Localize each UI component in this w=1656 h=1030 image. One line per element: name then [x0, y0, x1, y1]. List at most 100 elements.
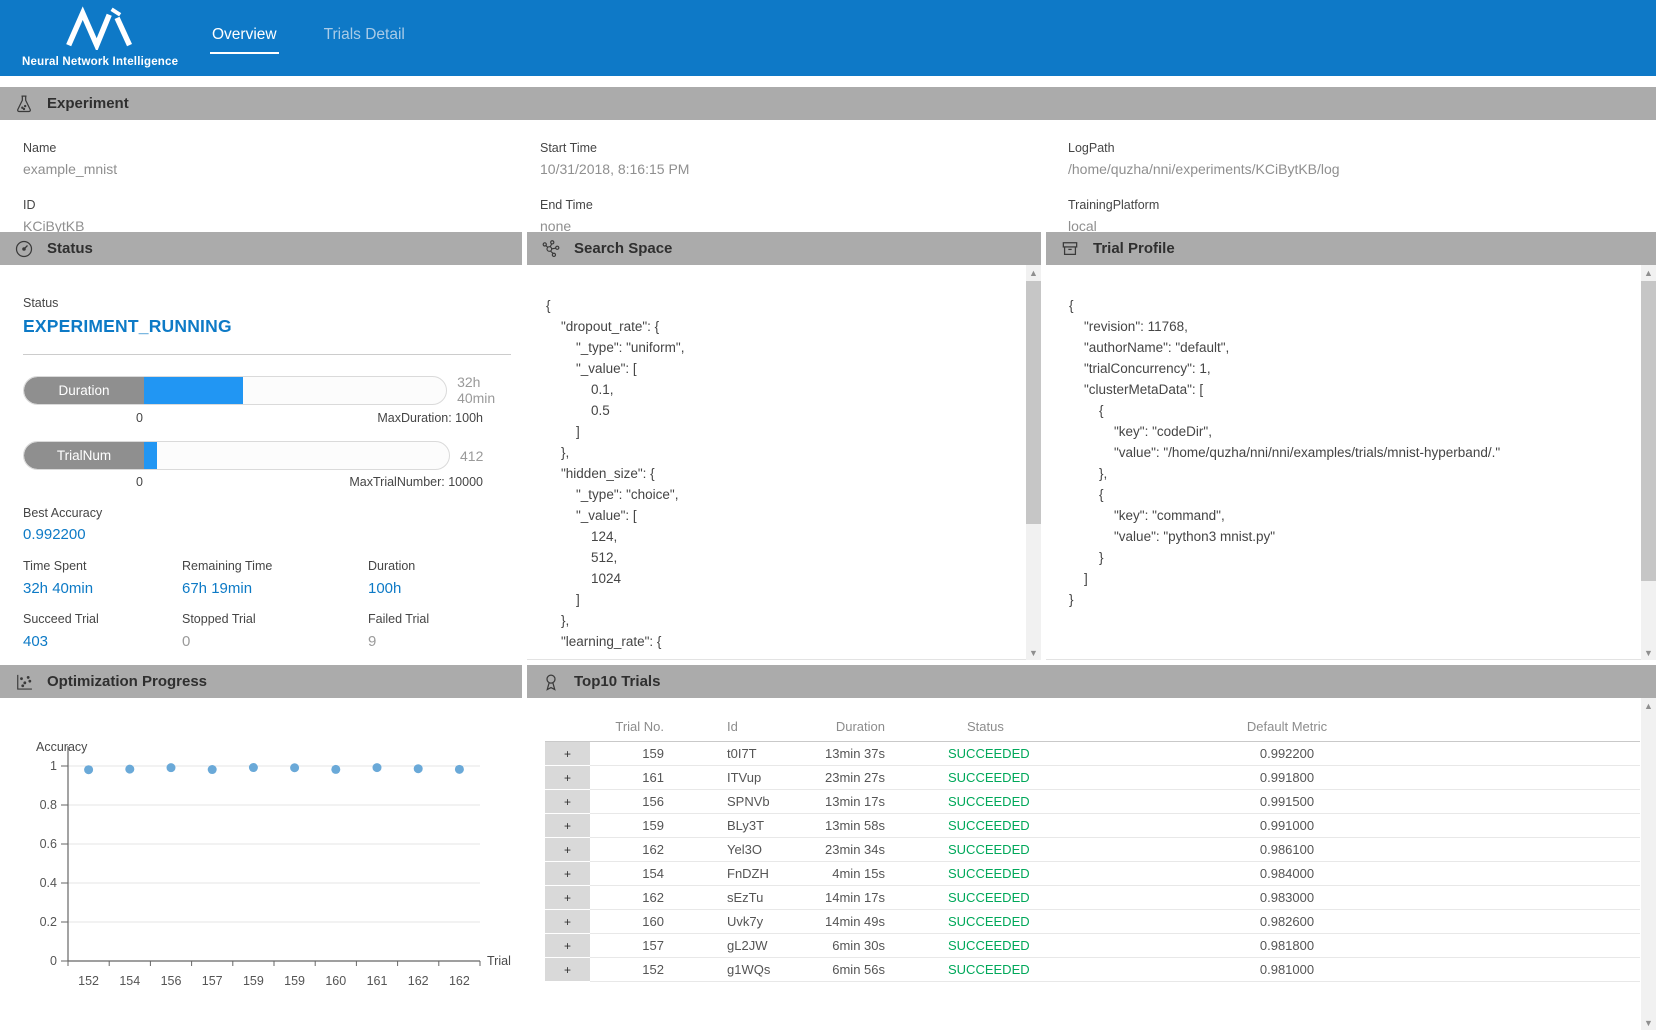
- column-header: Trial No.: [590, 712, 672, 741]
- column-header: Duration: [792, 712, 887, 741]
- svg-text:Accuracy: Accuracy: [36, 740, 88, 754]
- search-space-section-title: Search Space: [574, 240, 672, 257]
- tab-trials-detail[interactable]: Trials Detail: [324, 22, 405, 54]
- scroll-up-icon[interactable]: ▲: [1026, 265, 1041, 280]
- trial-id-cell: g1WQs: [672, 958, 792, 981]
- stat-value: 9: [368, 633, 522, 650]
- scroll-up-icon[interactable]: ▲: [1641, 265, 1656, 280]
- scroll-up-icon[interactable]: ▲: [1641, 698, 1656, 713]
- scroll-down-icon[interactable]: ▼: [1026, 645, 1041, 660]
- column-header: Default Metric: [1097, 712, 1477, 741]
- table-row: +159t0I7T13min 37sSUCCEEDED0.992200: [545, 742, 1640, 766]
- code-line: "authorName": "default",: [1069, 337, 1656, 358]
- search-space-code: { "dropout_rate": { "_type": "uniform", …: [527, 265, 1041, 652]
- stat-label: Succeed Trial: [23, 612, 182, 626]
- expand-row-button[interactable]: +: [545, 838, 590, 862]
- scatter-chart-icon: [14, 672, 34, 692]
- field-label: TrainingPlatform: [1068, 198, 1340, 212]
- duration-cell: 6min 56s: [792, 958, 887, 981]
- status-section-title: Status: [47, 240, 93, 257]
- duration-cell: 23min 27s: [792, 766, 887, 789]
- duration-cell: 14min 49s: [792, 910, 887, 933]
- status-cell: SUCCEEDED: [887, 886, 1097, 909]
- field-label: Start Time: [540, 141, 689, 155]
- duration-cell: 23min 34s: [792, 838, 887, 861]
- duration-cell: 14min 17s: [792, 886, 887, 909]
- optimization-chart: Accuracy10.80.60.40.20152154156157159159…: [0, 698, 522, 1030]
- default-metric-cell: 0.986100: [1097, 838, 1477, 861]
- scroll-down-icon[interactable]: ▼: [1641, 1015, 1656, 1030]
- stat-cell: Time Spent32h 40min: [23, 559, 182, 597]
- svg-text:161: 161: [367, 974, 388, 988]
- table-row: +161ITVup23min 27sSUCCEEDED0.991800: [545, 766, 1640, 790]
- table-row: +152g1WQs6min 56sSUCCEEDED0.981000: [545, 958, 1640, 982]
- logo-title: Neural Network Intelligence: [22, 56, 178, 68]
- table-row: +162Yel3O23min 34sSUCCEEDED0.986100: [545, 838, 1640, 862]
- expand-row-button[interactable]: +: [545, 910, 590, 934]
- trialnum-min: 0: [136, 475, 143, 489]
- top10-scrollbar[interactable]: ▲ ▼: [1641, 698, 1656, 1030]
- svg-text:162: 162: [408, 974, 429, 988]
- code-line: "_value": [: [546, 358, 1041, 379]
- code-line: 124,: [546, 526, 1041, 547]
- default-metric-cell: 0.981800: [1097, 934, 1477, 957]
- expand-row-button[interactable]: +: [545, 766, 590, 790]
- tab-overview[interactable]: Overview: [212, 22, 277, 54]
- molecule-icon: [541, 239, 561, 259]
- trial-no-cell: 162: [590, 838, 672, 861]
- code-line: "dropout_rate": {: [546, 316, 1041, 337]
- trial-id-cell: SPNVb: [672, 790, 792, 813]
- code-line: {: [1069, 484, 1656, 505]
- stat-label: Remaining Time: [182, 559, 368, 573]
- trial-profile-scrollbar[interactable]: ▲ ▼: [1641, 265, 1656, 660]
- trial-id-cell: ITVup: [672, 766, 792, 789]
- expand-row-button[interactable]: +: [545, 790, 590, 814]
- status-cell: SUCCEEDED: [887, 814, 1097, 837]
- code-line: }: [1069, 589, 1656, 610]
- svg-text:1: 1: [50, 759, 57, 773]
- trialnum-bar-fill: [144, 442, 157, 469]
- svg-text:0: 0: [50, 954, 57, 968]
- search-space-panel: Search Space { "dropout_rate": { "_type"…: [527, 232, 1041, 660]
- code-line: 0.5: [546, 400, 1041, 421]
- scrollbar-thumb[interactable]: [1641, 281, 1656, 581]
- svg-text:Trial: Trial: [487, 954, 511, 968]
- duration-cell: 4min 15s: [792, 862, 887, 885]
- expand-row-button[interactable]: +: [545, 742, 590, 766]
- medal-icon: [541, 672, 561, 692]
- expand-row-button[interactable]: +: [545, 958, 590, 982]
- expand-row-button[interactable]: +: [545, 934, 590, 958]
- trial-id-cell: FnDZH: [672, 862, 792, 885]
- experiment-column: LogPath/home/quzha/nni/experiments/KCiBy…: [1068, 120, 1340, 234]
- code-line: },: [1069, 463, 1656, 484]
- scrollbar-thumb[interactable]: [1026, 281, 1041, 524]
- search-space-scrollbar[interactable]: ▲ ▼: [1026, 265, 1041, 660]
- table-row: +159BLy3T13min 58sSUCCEEDED0.991000: [545, 814, 1640, 838]
- nni-logo-icon: [64, 6, 142, 55]
- table-row: +154FnDZH4min 15sSUCCEEDED0.984000: [545, 862, 1640, 886]
- trialnum-progress: TrialNum 412: [23, 441, 522, 470]
- expand-row-button[interactable]: +: [545, 886, 590, 910]
- optimization-section-header: Optimization Progress: [0, 665, 522, 698]
- scroll-down-icon[interactable]: ▼: [1641, 645, 1656, 660]
- table-row: +160Uvk7y14min 49sSUCCEEDED0.982600: [545, 910, 1640, 934]
- table-row: +157gL2JW6min 30sSUCCEEDED0.981800: [545, 934, 1640, 958]
- optimization-progress-panel: Optimization Progress Accuracy10.80.60.4…: [0, 665, 522, 1030]
- svg-text:159: 159: [243, 974, 264, 988]
- field-value: /home/quzha/nni/experiments/KCiBytKB/log: [1068, 161, 1340, 177]
- duration-progress: Duration 32h 40min: [23, 374, 522, 406]
- code-line: "key": "command",: [1069, 505, 1656, 526]
- default-metric-cell: 0.982600: [1097, 910, 1477, 933]
- expand-row-button[interactable]: +: [545, 862, 590, 886]
- stat-cell: Duration100h: [368, 559, 522, 597]
- default-metric-cell: 0.991000: [1097, 814, 1477, 837]
- code-line: ]: [546, 589, 1041, 610]
- chart-point: [290, 763, 299, 772]
- status-cell: SUCCEEDED: [887, 910, 1097, 933]
- archive-box-icon: [1060, 239, 1080, 259]
- duration-cell: 13min 37s: [792, 742, 887, 765]
- stat-cell: Stopped Trial0: [182, 612, 368, 650]
- code-line: "revision": 11768,: [1069, 316, 1656, 337]
- status-stats: Time Spent32h 40minRemaining Time67h 19m…: [23, 559, 522, 650]
- expand-row-button[interactable]: +: [545, 814, 590, 838]
